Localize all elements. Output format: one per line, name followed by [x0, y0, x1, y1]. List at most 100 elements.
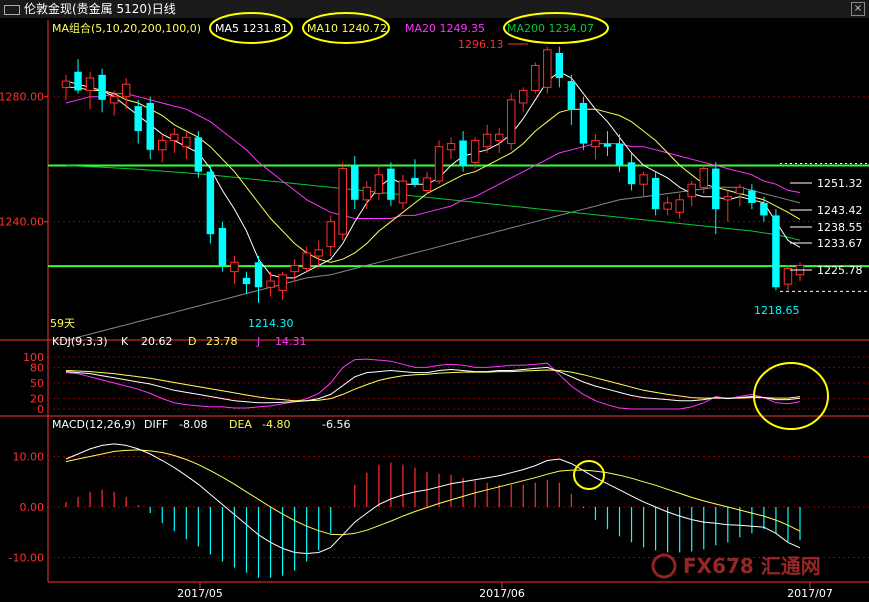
- candle-body-down: [760, 202, 768, 216]
- candle-body-up: [422, 177, 432, 191]
- candle-body-down: [74, 71, 82, 91]
- macd-diff-line: [65, 443, 801, 555]
- x-tick-label: 2017/06: [479, 587, 525, 600]
- low-price-annotation: 1214.30: [248, 317, 294, 330]
- candle-body-up: [290, 264, 299, 273]
- macd-label: MACD(12,26,9): [52, 418, 136, 431]
- candle-body-down: [748, 190, 756, 203]
- candle-body-up: [314, 249, 323, 257]
- candle-body-down: [242, 277, 251, 285]
- ma200-legend: MA200 1234.07: [507, 22, 594, 35]
- candle-body-up: [398, 180, 408, 204]
- candle-body-down: [411, 177, 419, 185]
- macd-dea-label: DEA: [229, 418, 252, 431]
- watermark-text: FX678 汇通网: [683, 554, 821, 578]
- price-level-label: 1238.55: [817, 221, 863, 234]
- candle-body-down: [218, 227, 227, 266]
- highlight-circle: [573, 460, 605, 490]
- candle-body-down: [567, 81, 576, 110]
- candle-body-up: [639, 174, 648, 185]
- candle-body-up: [302, 252, 311, 270]
- candle-body-down: [98, 74, 106, 100]
- macd-diff-label: DIFF: [144, 418, 168, 431]
- kdj-d-value: 23.78: [206, 335, 238, 348]
- candle-body-up: [109, 96, 119, 104]
- candle-body-up: [121, 83, 131, 98]
- candle-body-up: [699, 168, 708, 188]
- candle-body-up: [591, 139, 600, 148]
- candle-body-down: [254, 262, 263, 288]
- kdj-y-tick-label: 0: [37, 403, 44, 416]
- price-level-label: 1225.78: [817, 264, 863, 277]
- candle-body-down: [579, 102, 588, 144]
- low-price-annotation: 1218.65: [754, 304, 800, 317]
- candle-body-up: [158, 139, 167, 151]
- candle-body-up: [266, 280, 275, 288]
- candle-body-up: [85, 77, 95, 91]
- candle-body-up: [519, 89, 528, 104]
- candle-body-down: [134, 106, 142, 132]
- candle-body-down: [206, 171, 215, 235]
- macd-y-tick-label: 0.00: [20, 501, 45, 514]
- candle-body-up: [482, 133, 492, 148]
- candle-body-up: [338, 168, 347, 235]
- candle-body-up: [374, 174, 384, 195]
- candle-body-up: [470, 139, 480, 163]
- kdj-label: KDJ(9,3,3): [52, 335, 108, 348]
- candle-body-up: [675, 199, 684, 213]
- high-price-annotation: 1296.13: [458, 38, 504, 51]
- candle-body-down: [651, 177, 660, 210]
- candle-body-down: [772, 215, 780, 288]
- candle-body-up: [494, 133, 504, 141]
- x-tick-label: 2017/05: [177, 587, 223, 600]
- candle-body-down: [712, 168, 720, 210]
- macd-y-tick-label: 10.00: [13, 451, 45, 464]
- candle-body-down: [627, 162, 636, 185]
- x-tick-label: 2017/07: [787, 587, 833, 600]
- candle-body-up: [531, 64, 540, 91]
- candle-body-up: [230, 261, 239, 273]
- ma200-line: [65, 164, 801, 241]
- chart-canvas: 1280.00 1240.00 MA组合(5,10,20,200,100,0) MA5…: [0, 12, 869, 600]
- ma20-legend: MA20 1249.35: [405, 22, 485, 35]
- kdj-k-value: 20.62: [141, 335, 173, 348]
- candle-body-up: [735, 186, 745, 195]
- highlight-circle: [753, 362, 829, 430]
- macd-dea-line: [65, 449, 801, 536]
- kdj-j-value: 14.31: [275, 335, 307, 348]
- candle-body-up: [170, 133, 179, 141]
- main-indicator-label: MA组合(5,10,20,200,100,0): [52, 21, 201, 35]
- ma5-legend: MA5 1231.81: [215, 22, 288, 35]
- price-level-label: 1243.42: [817, 204, 863, 217]
- candle-body-down: [459, 140, 467, 166]
- main-y-tick-label: 1240.00: [0, 216, 44, 229]
- candle-body-up: [723, 196, 733, 201]
- macd-histogram-value: -6.56: [322, 418, 350, 431]
- main-y-tick-label: 1280.00: [0, 91, 44, 104]
- ma10-legend: MA10 1240.72: [307, 22, 387, 35]
- kdj-j-label: J: [256, 335, 260, 348]
- candle-body-down: [555, 52, 564, 78]
- kdj-y-tick-label: 80: [30, 361, 44, 374]
- candle-body-up: [61, 80, 71, 88]
- kdj-d-line: [65, 369, 801, 402]
- watermark-logo-icon: [651, 553, 677, 579]
- macd-diff-value: -8.08: [179, 418, 207, 431]
- candle-body-up: [543, 49, 552, 88]
- candle-body-up: [687, 183, 696, 198]
- candle-body-up: [446, 143, 456, 151]
- candle-body-up: [326, 221, 335, 248]
- candle-body-down: [603, 143, 612, 147]
- candle-body-up: [506, 99, 516, 145]
- candle-body-up: [182, 136, 191, 148]
- macd-y-tick-label: -10.00: [9, 552, 44, 565]
- price-level-label: 1233.67: [817, 237, 863, 250]
- candle-body-up: [783, 268, 793, 285]
- candle-body-down: [351, 165, 359, 200]
- candle-body-down: [194, 137, 203, 172]
- price-level-label: 1251.32: [817, 177, 863, 190]
- kdj-k-label: K: [121, 335, 129, 348]
- candle-body-up: [434, 146, 444, 182]
- candle-body-down: [615, 143, 624, 166]
- kdj-j-line: [65, 358, 801, 410]
